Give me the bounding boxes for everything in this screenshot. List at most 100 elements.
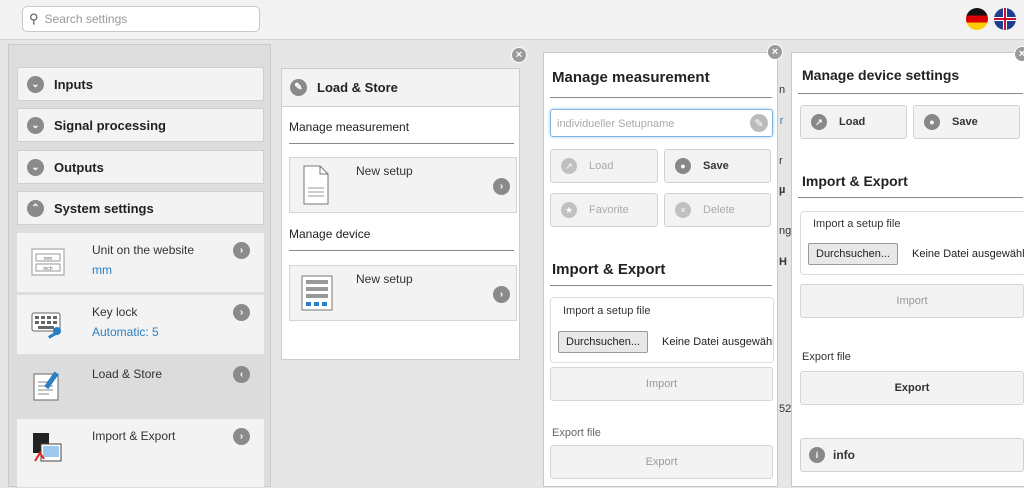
chevron-right-icon: › [233,242,250,259]
import-button[interactable]: Import [800,284,1024,318]
device-icon [301,275,333,311]
divider [550,285,772,286]
unit-icon-inch-label: inch [43,266,52,272]
delete-icon: × [675,202,691,218]
browse-button[interactable]: Durchsuchen... [558,331,648,353]
background-fragment: ng [779,225,792,237]
background-fragment: n [779,84,786,96]
search-icon: ⚲ [29,11,39,26]
info-button[interactable]: i info [800,438,1024,472]
sidebar-item-unit[interactable]: mm inch Unit on the website mm › [17,233,264,293]
chevron-up-icon: ⌃ [27,199,44,217]
setup-name-placeholder: individueller Setupname [557,118,675,130]
section-label: Inputs [54,76,93,92]
button-label: Load [589,160,614,172]
chevron-right-icon: › [233,428,250,445]
search-input[interactable]: ⚲ Search settings [22,6,260,32]
background-fragment: µ [779,184,786,196]
unit-icon: mm inch [31,248,65,276]
no-file-selected: Keine Datei ausgewählt. [662,336,773,348]
export-button[interactable]: Export [550,445,773,479]
button-label: Load [839,116,866,128]
load-store-title: Load & Store [317,80,398,95]
section-inputs[interactable]: ⌄ Inputs [17,67,264,101]
button-label: Save [952,116,978,128]
measurement-new-setup-tile[interactable]: New setup › [289,157,517,213]
tile-label: New setup [356,272,413,286]
device-new-setup-tile[interactable]: New setup › [289,265,517,321]
star-icon: ★ [561,202,577,218]
button-label: Delete [703,204,735,216]
no-file-selected: Keine Datei ausgewählt. [912,248,1024,260]
top-bar: ⚲ Search settings [0,0,1024,40]
section-system-settings[interactable]: ⌃ System settings [17,191,264,225]
load-store-header: ✎ Load & Store [282,69,519,107]
sidebar-item-import-export[interactable]: Import & Export › [17,419,264,488]
chevron-down-icon: ⌄ [27,116,44,134]
background-fragment: r [779,155,783,167]
sidebar-item-title: Key lock [92,305,138,319]
sidebar-item-title: Load & Store [92,367,163,381]
section-outputs[interactable]: ⌄ Outputs [17,150,264,184]
chevron-down-icon: ⌄ [27,75,44,93]
sidebar-item-value: mm [92,263,112,277]
settings-sidebar: ⌄ Inputs ⌄ Signal processing ⌄ Outputs ⌃… [8,44,271,488]
button-label: Save [703,160,729,172]
section-label: System settings [54,200,154,216]
section-signal-processing[interactable]: ⌄ Signal processing [17,108,264,142]
unit-icon-mm-label: mm [44,256,52,262]
load-button[interactable]: ↗ Load [800,105,907,139]
chevron-right-icon: › [493,286,510,303]
chevron-right-icon: › [493,178,510,195]
chevron-left-icon: ‹ [233,366,250,383]
document-icon [303,165,329,205]
save-button[interactable]: ● Save [664,149,771,183]
german-flag-icon[interactable] [966,8,988,30]
export-file-label: Export file [552,427,601,439]
button-label: info [833,448,855,462]
import-setup-box: Import a setup file Durchsuchen... Keine… [800,211,1024,275]
manage-measurement-panel: Manage measurement individueller Setupna… [543,52,778,487]
import-export-title: Import & Export [802,173,908,189]
export-button[interactable]: Export [800,371,1024,405]
export-file-label: Export file [802,351,851,363]
button-label: Favorite [589,204,629,216]
close-icon[interactable]: × [1014,46,1024,62]
import-export-title: Import & Export [552,261,666,278]
divider [289,250,514,251]
favorite-button[interactable]: ★ Favorite [550,193,658,227]
browse-button[interactable]: Durchsuchen... [808,243,898,265]
sidebar-item-title: Unit on the website [92,243,195,257]
section-label: Signal processing [54,117,166,133]
close-icon[interactable]: × [767,44,783,60]
edit-icon[interactable]: ✎ [750,114,768,132]
search-placeholder: Search settings [44,12,128,26]
save-button[interactable]: ● Save [913,105,1020,139]
import-export-icon [33,433,62,462]
lock-icon: ● [924,114,940,130]
pencil-icon: ✎ [290,79,307,96]
keyboard-lock-icon [31,312,61,339]
setup-name-input[interactable]: individueller Setupname ✎ [550,109,773,137]
delete-button[interactable]: × Delete [664,193,771,227]
manage-device-label: Manage device [289,227,371,241]
tile-label: New setup [356,164,413,178]
divider [798,93,1023,94]
sidebar-item-value: Automatic: 5 [92,325,159,339]
import-button[interactable]: Import [550,367,773,401]
background-fragment: 52 [779,403,792,415]
lock-icon: ● [675,158,691,174]
sidebar-item-key-lock[interactable]: Key lock Automatic: 5 › [17,295,264,355]
chevron-right-icon: › [233,304,250,321]
sidebar-item-load-store[interactable]: Load & Store ‹ [17,357,264,417]
close-icon[interactable]: × [511,47,527,63]
load-icon: ↗ [561,158,577,174]
load-button[interactable]: ↗ Load [550,149,658,183]
section-label: Outputs [54,159,104,175]
background-fragment: H [779,256,787,268]
chevron-down-icon: ⌄ [27,158,44,176]
panel-title: Manage device settings [802,67,960,83]
load-store-panel: ✎ Load & Store Manage measurement New se… [281,68,520,360]
english-flag-icon[interactable] [994,8,1016,30]
divider [798,197,1023,198]
